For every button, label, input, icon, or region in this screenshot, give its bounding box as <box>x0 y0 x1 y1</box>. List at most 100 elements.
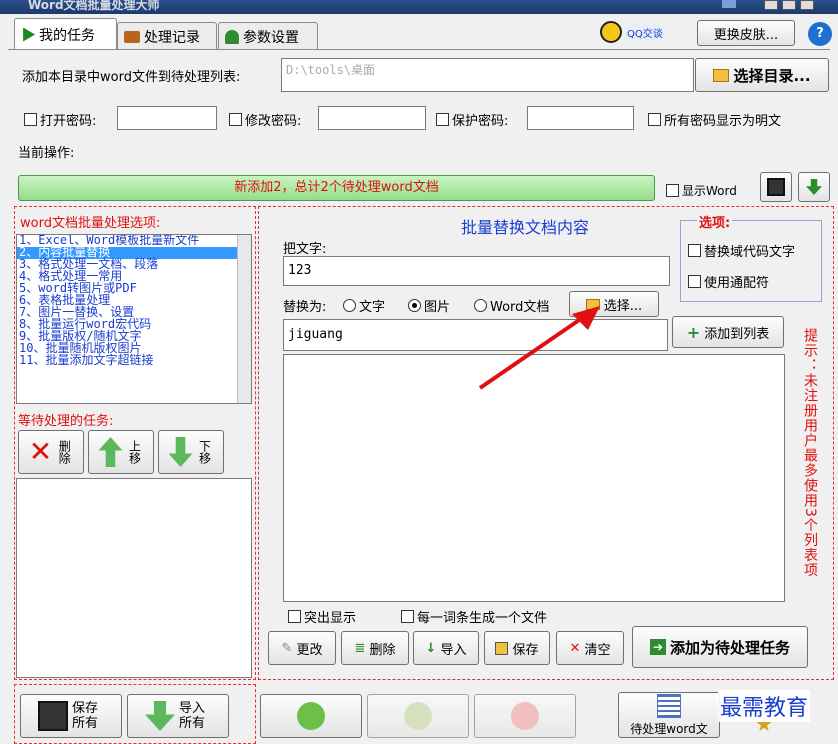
move-down-button[interactable]: 下移 <box>158 430 224 474</box>
field-code-checkbox[interactable] <box>688 244 701 257</box>
up-arrow-icon <box>98 437 123 467</box>
list-scrollbar[interactable] <box>237 235 251 403</box>
import-tray-icon <box>145 701 175 731</box>
change-skin-button[interactable]: 更换皮肤... <box>697 20 795 46</box>
download-button[interactable] <box>798 172 830 202</box>
clear-x-icon: ✕ <box>569 640 581 656</box>
radio-text[interactable] <box>343 299 356 312</box>
tab-history[interactable]: 处理记录 <box>117 22 217 50</box>
radio-text-label: 文字 <box>359 300 386 315</box>
tab-label: 我的任务 <box>39 27 95 44</box>
protect-password-checkbox[interactable] <box>436 113 449 126</box>
open-password-checkbox[interactable] <box>24 113 37 126</box>
download-arrow-icon <box>806 179 822 195</box>
save-all-button[interactable]: 保存所有 <box>20 694 122 738</box>
highlight-option[interactable]: 突出显示 <box>288 607 356 626</box>
import-all-button[interactable]: 导入所有 <box>127 694 229 738</box>
close-button[interactable] <box>800 0 814 10</box>
show-word-checkbox[interactable] <box>666 184 679 197</box>
floppy-icon <box>38 701 68 731</box>
delete-x-icon: ✕ <box>28 435 53 468</box>
delete-item-button[interactable]: ≣ 删除 <box>341 631 409 665</box>
panel-title: 批量替换文档内容 <box>461 218 590 237</box>
add-to-list-label: 添加到列表 <box>704 326 770 342</box>
wildcard-checkbox[interactable] <box>688 275 701 288</box>
folder-icon <box>713 68 730 82</box>
status-progress-bar: 新添加2，总计2个待处理word文档 <box>18 175 655 201</box>
select-directory-button[interactable]: 选择目录... <box>695 58 829 92</box>
open-password-label: 打开密码: <box>40 114 97 129</box>
edit-button[interactable]: ✎ 更改 <box>268 631 336 665</box>
show-word-label: 显示Word <box>682 184 737 198</box>
delete-task-button[interactable]: ✕ 删除 <box>18 430 84 474</box>
list-item[interactable]: 11、批量添加文字超链接 <box>17 354 251 367</box>
radio-text-option[interactable]: 文字 <box>343 296 385 315</box>
pending-word-label: 待处理word文 <box>630 721 708 736</box>
field-code-label: 替换域代码文字 <box>704 245 796 260</box>
modify-password-checkbox[interactable] <box>229 113 242 126</box>
move-up-button[interactable]: 上移 <box>88 430 154 474</box>
pause-button[interactable] <box>367 694 469 738</box>
save-button[interactable]: 保存 <box>484 631 550 665</box>
protect-password-field[interactable] <box>527 106 634 130</box>
qq-chat-button[interactable]: QQ交谈 <box>600 18 682 46</box>
green-arrow-icon: ➔ <box>649 639 666 655</box>
find-label: 把文字: <box>283 242 327 257</box>
pause-circle-icon <box>404 702 432 730</box>
maximize-button[interactable] <box>782 0 796 10</box>
add-to-list-button[interactable]: + 添加到列表 <box>672 316 784 348</box>
delete-item-label: 删除 <box>369 642 396 658</box>
pending-title: 等待处理的任务: <box>18 414 114 429</box>
protect-password-label: 保护密码: <box>452 114 509 129</box>
tab-divider <box>8 49 830 50</box>
add-task-button[interactable]: ➔ 添加为待处理任务 <box>632 626 808 668</box>
tab-label: 处理记录 <box>144 29 200 46</box>
radio-image[interactable] <box>408 299 421 312</box>
current-operation-label: 当前操作: <box>18 146 75 161</box>
modify-password-label: 修改密码: <box>245 114 302 129</box>
per-term-option[interactable]: 每一词条生成一个文件 <box>401 607 547 626</box>
title-bar: Word文档批量处理大师 <box>0 0 838 14</box>
wildcard-option[interactable]: 使用通配符 <box>688 272 769 291</box>
help-icon[interactable]: ? <box>808 22 832 46</box>
replace-label: 替换为: <box>283 300 327 315</box>
tab-my-tasks[interactable]: 我的任务 <box>14 18 117 50</box>
stop-button[interactable] <box>474 694 576 738</box>
clear-button[interactable]: ✕ 清空 <box>556 631 624 665</box>
pending-task-list[interactable] <box>16 478 252 678</box>
green-plus-icon: + <box>686 322 701 342</box>
radio-image-option[interactable]: 图片 <box>408 296 450 315</box>
modify-password-field[interactable] <box>318 106 426 130</box>
tab-settings[interactable]: 参数设置 <box>218 22 318 50</box>
show-plain-checkbox[interactable] <box>648 113 661 126</box>
find-text-field[interactable]: 123 <box>283 256 670 286</box>
minimize-button[interactable] <box>764 0 778 10</box>
modify-password-option[interactable]: 修改密码: <box>229 110 301 129</box>
window-title: Word文档批量处理大师 <box>28 0 160 12</box>
show-word-option[interactable]: 显示Word <box>666 182 737 199</box>
show-plain-option[interactable]: 所有密码显示为明文 <box>648 110 781 129</box>
import-button[interactable]: ↓ 导入 <box>413 631 479 665</box>
down-arrow-icon <box>168 437 193 467</box>
directory-path-field[interactable]: D:\tools\桌面 <box>281 58 694 92</box>
options-list-title: word文档批量处理选项: <box>20 216 161 231</box>
save-status-button[interactable] <box>760 172 792 202</box>
move-down-label: 下移 <box>197 440 212 464</box>
move-up-label: 上移 <box>127 440 142 464</box>
field-code-option[interactable]: 替换域代码文字 <box>688 241 795 260</box>
open-password-option[interactable]: 打开密码: <box>24 110 96 129</box>
highlight-label: 突出显示 <box>304 611 357 626</box>
per-term-checkbox[interactable] <box>401 610 414 623</box>
open-password-field[interactable] <box>117 106 217 130</box>
protect-password-option[interactable]: 保护密码: <box>436 110 508 129</box>
highlight-checkbox[interactable] <box>288 610 301 623</box>
pending-word-button[interactable]: 待处理word文 <box>618 692 720 738</box>
briefcase-icon <box>124 30 140 43</box>
options-list[interactable]: 1、Excel、Word模板批量新文件 2、内容批量替换 3、格式处理一文档、段… <box>16 234 252 404</box>
delete-label: 删除 <box>57 440 72 464</box>
start-button[interactable] <box>260 694 362 738</box>
play-circle-icon <box>297 702 325 730</box>
tab-label: 参数设置 <box>243 29 299 46</box>
stop-circle-icon <box>511 702 539 730</box>
tree-icon <box>225 29 239 44</box>
